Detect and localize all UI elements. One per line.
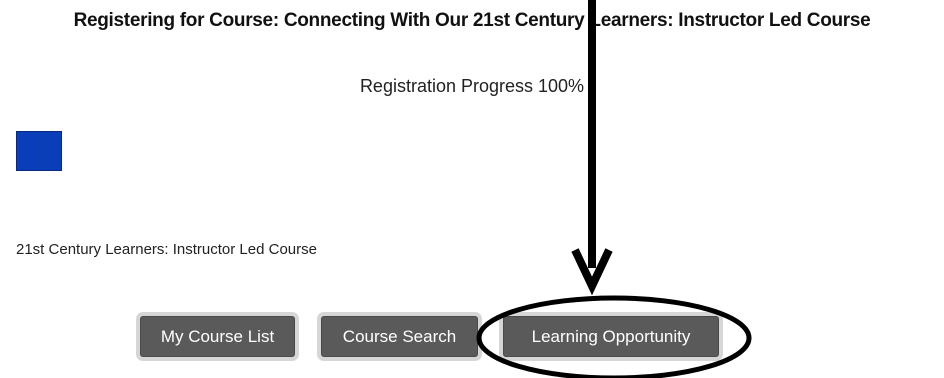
registration-progress-text: Registration Progress 100% bbox=[359, 76, 585, 96]
page-title: Registering for Course: Connecting With … bbox=[73, 10, 871, 31]
registration-progress-fill bbox=[16, 131, 62, 171]
my-course-list-button[interactable]: My Course List bbox=[140, 316, 295, 357]
registration-progress-bar bbox=[16, 131, 62, 171]
course-search-button[interactable]: Course Search bbox=[321, 316, 478, 357]
learning-opportunity-button[interactable]: Learning Opportunity bbox=[503, 316, 719, 357]
down-arrow-icon bbox=[571, 0, 613, 296]
course-name: 21st Century Learners: Instructor Led Co… bbox=[16, 241, 317, 258]
